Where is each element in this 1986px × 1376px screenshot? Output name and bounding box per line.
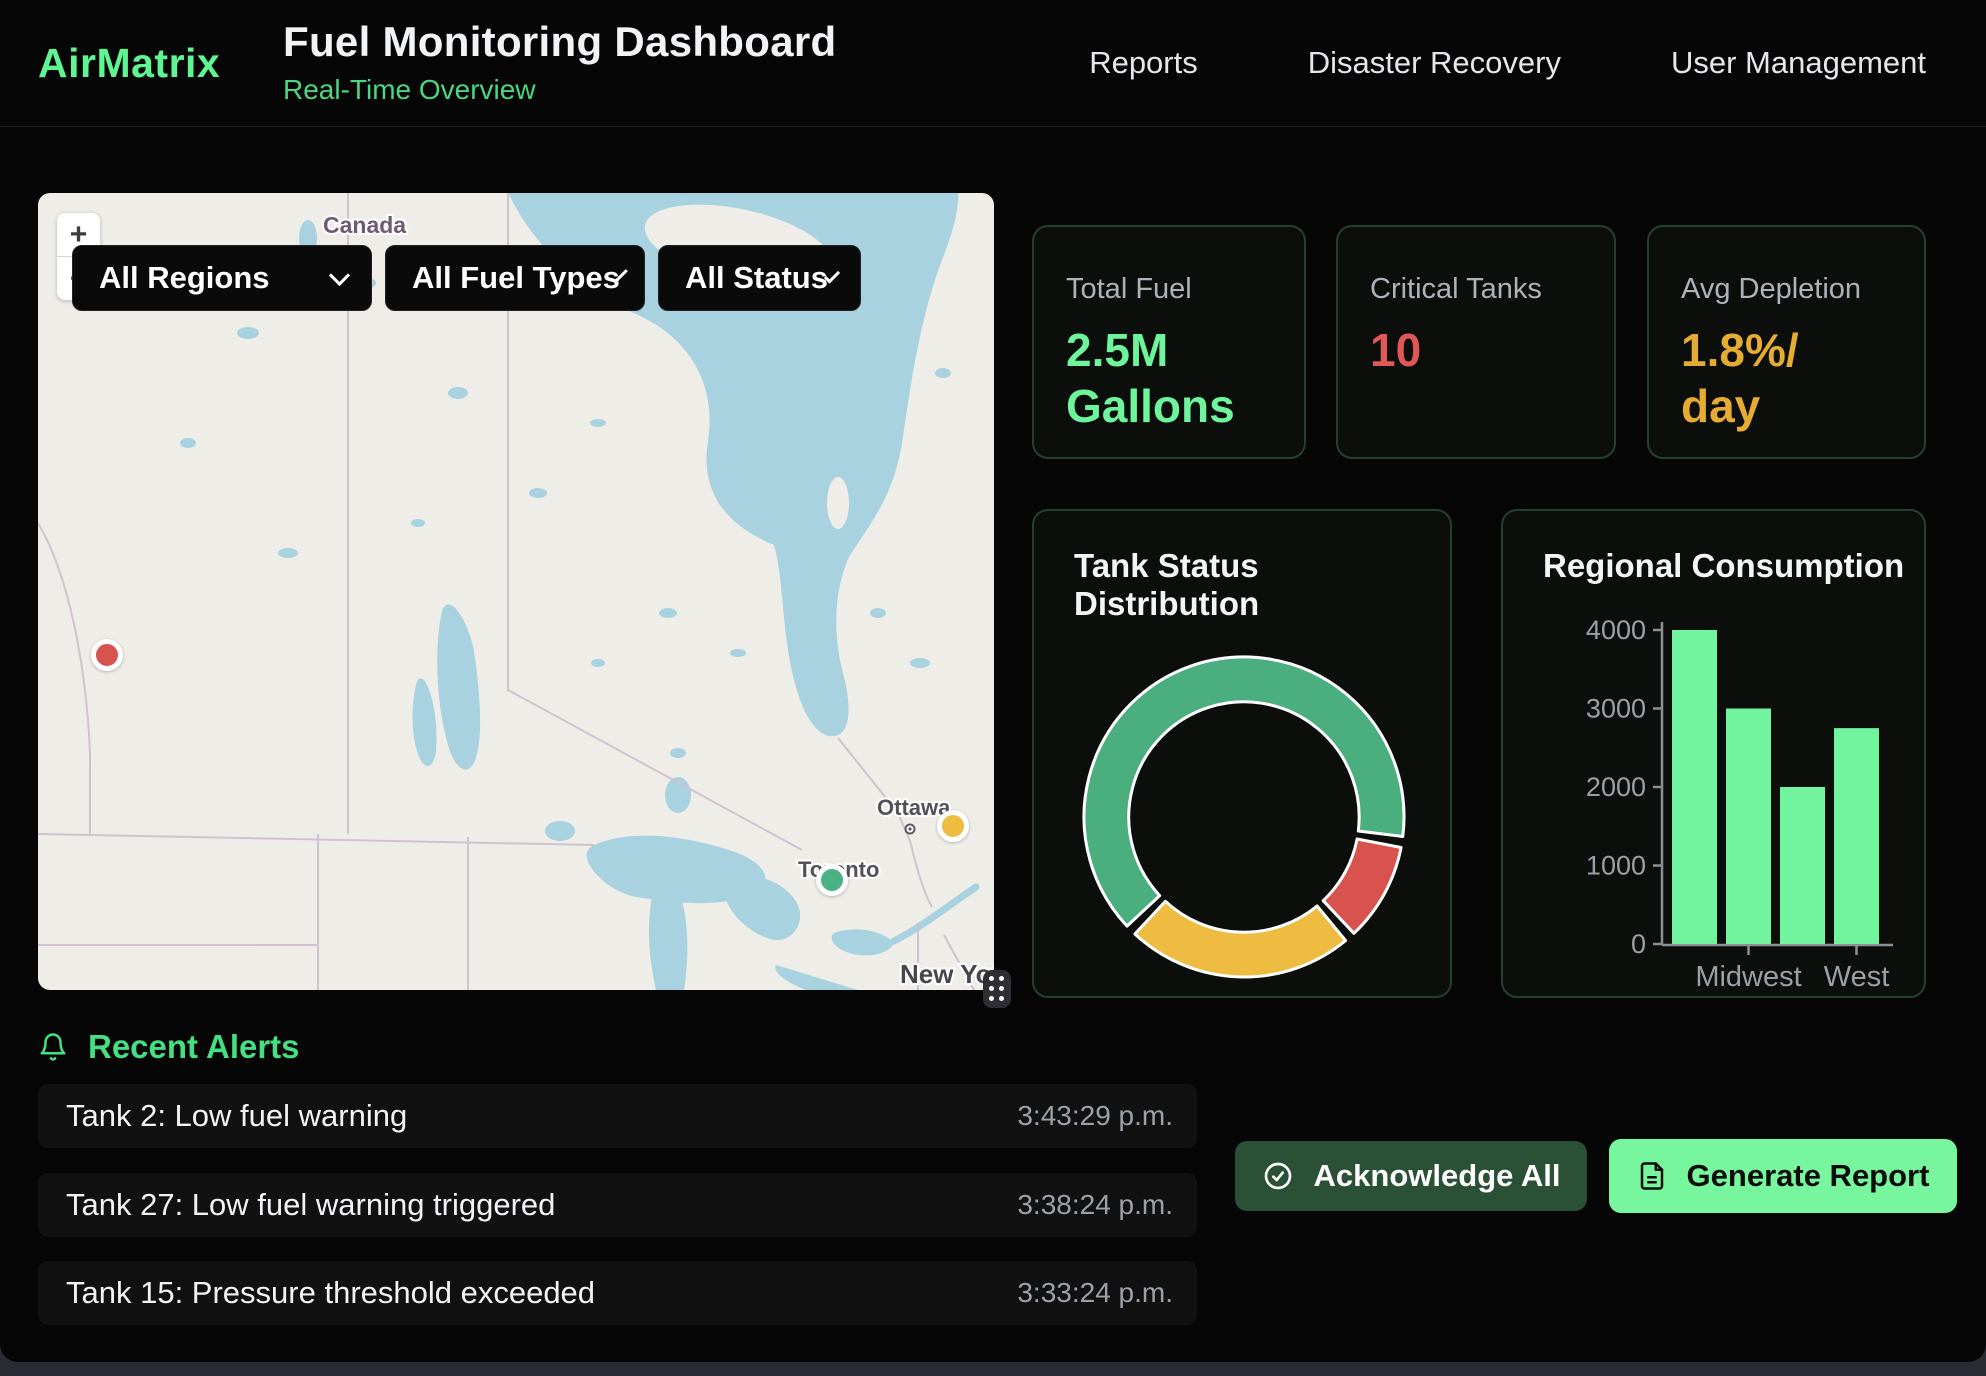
- region-filter-value: All Regions: [99, 260, 270, 296]
- y-tick-label: 4000: [1586, 615, 1646, 645]
- y-tick-label: 1000: [1586, 851, 1646, 881]
- y-tick-label: 2000: [1586, 772, 1646, 802]
- title-block: Fuel Monitoring Dashboard Real-Time Over…: [283, 18, 836, 106]
- lake-of-the-woods: [545, 821, 575, 841]
- fuel-type-filter-value: All Fuel Types: [412, 260, 620, 296]
- y-tick-label: 3000: [1586, 694, 1646, 724]
- main-nav: Reports Disaster Recovery User Managemen…: [1089, 0, 1926, 126]
- page-subtitle: Real-Time Overview: [283, 74, 836, 106]
- alert-row[interactable]: Tank 2: Low fuel warning 3:43:29 p.m.: [38, 1084, 1197, 1148]
- alerts-section-title: Recent Alerts: [88, 1028, 300, 1066]
- lake-ontario: [832, 929, 894, 955]
- bar: [1780, 787, 1825, 944]
- stat-label: Critical Tanks: [1370, 273, 1582, 306]
- tank-status-chart-card: Tank Status Distribution: [1032, 509, 1452, 998]
- stat-label: Total Fuel: [1066, 273, 1272, 306]
- stat-card-total-fuel: Total Fuel 2.5M Gallons: [1032, 225, 1306, 459]
- alert-row[interactable]: Tank 15: Pressure threshold exceeded 3:3…: [38, 1261, 1197, 1325]
- stat-value: 1.8%/day: [1681, 322, 1876, 434]
- alert-row[interactable]: Tank 27: Low fuel warning triggered 3:38…: [38, 1173, 1197, 1237]
- lake-huron: [724, 876, 801, 940]
- alerts-header: Recent Alerts: [38, 1028, 300, 1066]
- st-lawrence-river: [894, 887, 976, 941]
- alert-message: Tank 2: Low fuel warning: [66, 1098, 407, 1134]
- nav-disaster-recovery[interactable]: Disaster Recovery: [1308, 45, 1561, 81]
- bell-icon: [38, 1032, 68, 1062]
- alert-timestamp: 3:38:24 p.m.: [1017, 1189, 1173, 1221]
- generate-report-button[interactable]: Generate Report: [1609, 1139, 1957, 1213]
- x-tick-label: West: [1824, 961, 1890, 993]
- stat-card-critical-tanks: Critical Tanks 10: [1336, 225, 1616, 459]
- x-tick-label: Midwest: [1695, 961, 1801, 993]
- alert-timestamp: 3:43:29 p.m.: [1017, 1100, 1173, 1132]
- donut-segment-critical: [1323, 839, 1401, 933]
- map-label-canada: Canada: [323, 212, 406, 238]
- ottawa-town-dot-center: [908, 827, 911, 830]
- alert-message: Tank 27: Low fuel warning triggered: [66, 1187, 555, 1223]
- map-label-new-york: New York: [900, 959, 994, 989]
- stat-card-avg-depletion: Avg Depletion 1.8%/day: [1647, 225, 1926, 459]
- status-filter-value: All Status: [685, 260, 828, 296]
- acknowledge-all-button[interactable]: Acknowledge All: [1235, 1141, 1587, 1211]
- bay-island-small: [827, 477, 849, 529]
- generate-report-label: Generate Report: [1687, 1158, 1930, 1194]
- stat-value: 10: [1370, 322, 1565, 378]
- basemap-svg: Canada Ottawa Toronto New York: [38, 193, 994, 990]
- bar: [1672, 630, 1717, 944]
- brand-logo: AirMatrix: [38, 0, 220, 126]
- regional-consumption-bar-chart: 0 1000 2000 3000 4000 Midwest West: [1503, 511, 1928, 1000]
- acknowledge-all-label: Acknowledge All: [1314, 1158, 1561, 1194]
- stat-label: Avg Depletion: [1681, 273, 1892, 306]
- lake-manitoba: [413, 678, 437, 766]
- region-filter-select[interactable]: All Regions: [72, 245, 372, 311]
- document-icon: [1637, 1161, 1667, 1191]
- fuel-type-filter-select[interactable]: All Fuel Types: [385, 245, 645, 311]
- nav-reports[interactable]: Reports: [1089, 45, 1198, 81]
- map-panel[interactable]: Canada Ottawa Toronto New York + − All R…: [38, 193, 994, 990]
- lake-winnipeg: [437, 605, 480, 770]
- alert-message: Tank 15: Pressure threshold exceeded: [66, 1275, 595, 1311]
- map-filters: All Regions All Fuel Types All Status: [72, 245, 861, 311]
- alert-timestamp: 3:33:24 p.m.: [1017, 1277, 1173, 1309]
- check-circle-icon: [1262, 1160, 1294, 1192]
- map-marker-warning[interactable]: [937, 810, 969, 842]
- dashboard-root: AirMatrix Fuel Monitoring Dashboard Real…: [0, 0, 1986, 1362]
- y-tick-label: 0: [1631, 929, 1646, 959]
- donut-segment-warning: [1135, 901, 1346, 977]
- tank-status-donut-chart: [1034, 511, 1454, 1000]
- bar: [1726, 709, 1771, 945]
- bar: [1834, 728, 1879, 944]
- map-marker-critical[interactable]: [91, 639, 123, 671]
- stat-value: 2.5M Gallons: [1066, 322, 1261, 434]
- map-drag-handle-icon[interactable]: [983, 970, 1011, 1008]
- page-title: Fuel Monitoring Dashboard: [283, 18, 836, 66]
- app-header: AirMatrix Fuel Monitoring Dashboard Real…: [0, 0, 1986, 127]
- status-filter-select[interactable]: All Status: [658, 245, 861, 311]
- nav-user-management[interactable]: User Management: [1671, 45, 1926, 81]
- regional-consumption-chart-card: Regional Consumption 01000200030004000Mi…: [1501, 509, 1926, 998]
- lake-erie: [775, 965, 858, 990]
- chevron-down-icon: [329, 264, 350, 285]
- map-marker-normal[interactable]: [816, 864, 848, 896]
- page-bottom-strip: [0, 1362, 1986, 1376]
